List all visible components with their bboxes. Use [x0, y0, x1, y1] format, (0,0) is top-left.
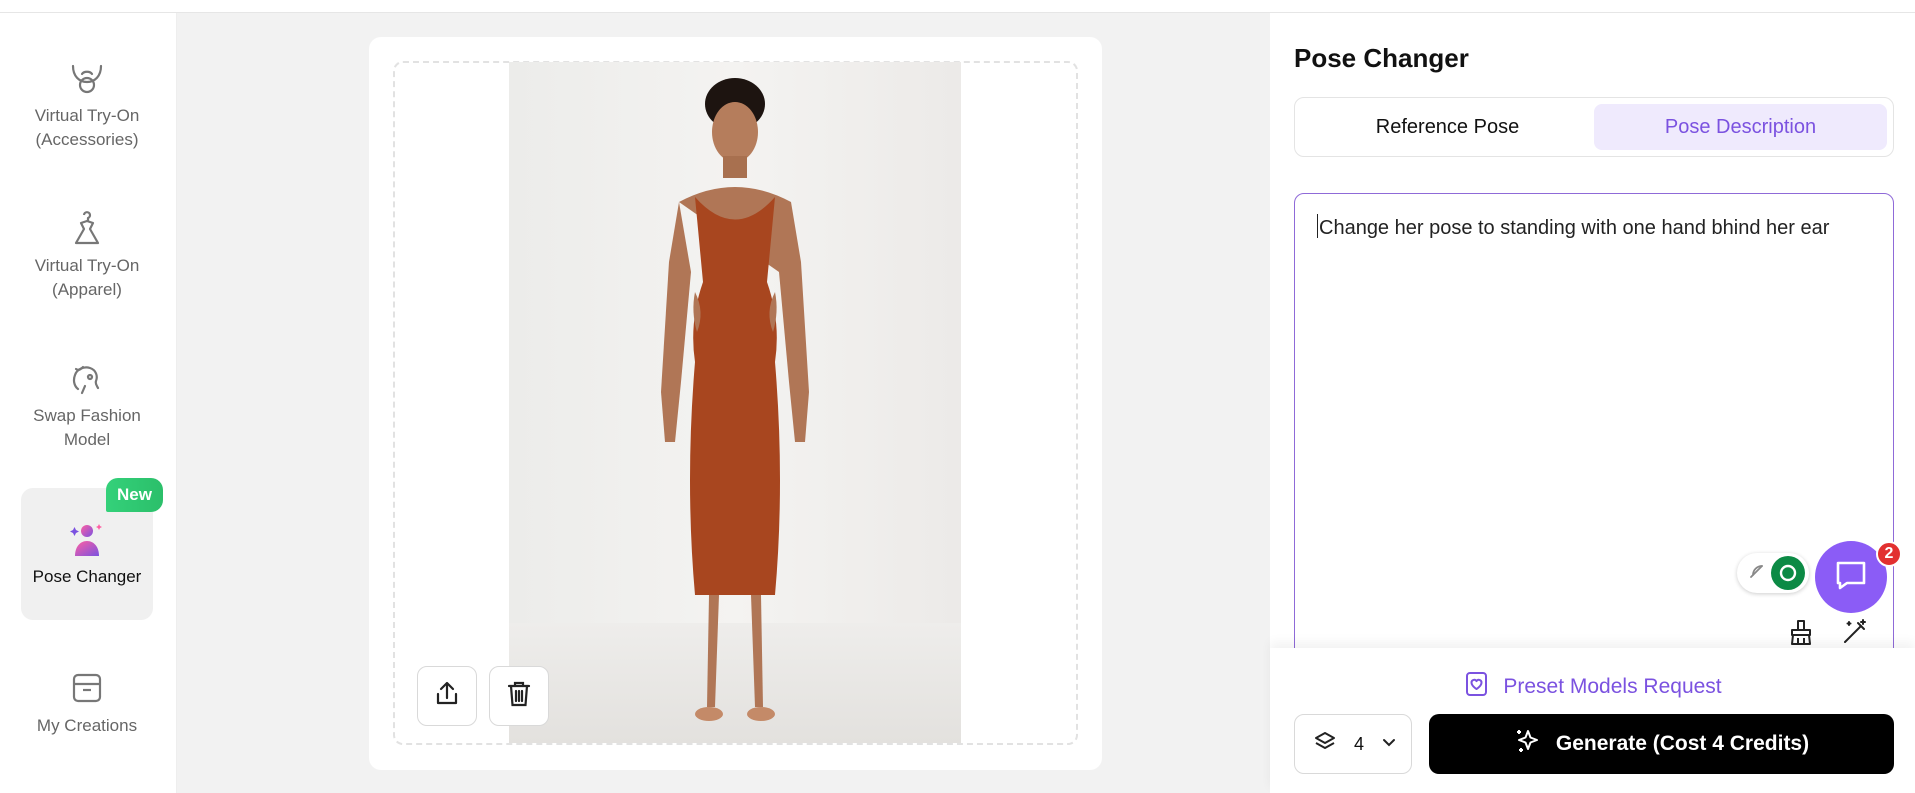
clear-text-button[interactable] [1785, 618, 1817, 650]
pose-mode-tabs: Reference Pose Pose Description [1294, 97, 1894, 157]
pose-description-text: Change her pose to standing with one han… [1319, 217, 1830, 239]
share-upload-icon [433, 680, 461, 713]
model-photo [509, 62, 961, 743]
preset-models-request-label: Preset Models Request [1503, 675, 1722, 698]
chat-unread-badge: 2 [1876, 541, 1902, 567]
tab-reference-pose[interactable]: Reference Pose [1301, 104, 1594, 150]
pose-description-textarea[interactable]: Change her pose to standing with one han… [1294, 193, 1894, 663]
enhance-prompt-button[interactable] [1839, 618, 1871, 650]
sidebar-item-label: My Creations [36, 716, 138, 735]
broom-icon [1787, 618, 1815, 651]
sidebar-item-virtual-try-on-accessories[interactable]: Virtual Try-On (Accessories) [21, 58, 153, 168]
tab-pose-description[interactable]: Pose Description [1594, 104, 1887, 150]
top-bar [0, 0, 1915, 13]
sidebar-item-label: Virtual Try-On (Apparel) [34, 256, 140, 299]
preset-models-request-link[interactable]: Preset Models Request [1270, 670, 1915, 704]
magic-wand-icon [1841, 618, 1869, 651]
sparkles-icon [1514, 727, 1542, 761]
image-count-select[interactable]: 4 [1294, 714, 1412, 774]
model-figure [661, 78, 809, 721]
archive-box-icon [67, 668, 107, 708]
generate-button-label: Generate (Cost 4 Credits) [1555, 732, 1810, 755]
necklace-icon [67, 58, 107, 98]
sidebar-item-label: Swap Fashion Model [33, 406, 141, 449]
face-swap-icon [67, 358, 107, 398]
upload-button[interactable] [417, 666, 477, 726]
heart-image-icon [1463, 670, 1491, 704]
assistant-toggle-pill[interactable] [1737, 553, 1809, 593]
panel-footer: Preset Models Request 4 Generate (Cost 4… [1270, 648, 1915, 793]
text-caret [1317, 214, 1318, 238]
feather-icon [1747, 561, 1767, 586]
sidebar-item-label: Virtual Try-On (Accessories) [34, 106, 140, 149]
sidebar-item-pose-changer[interactable]: New Pose Changer [21, 478, 163, 620]
dress-hanger-icon [67, 208, 107, 248]
sidebar-item-swap-fashion-model[interactable]: Swap Fashion Model [21, 358, 153, 468]
sidebar-item-virtual-try-on-apparel[interactable]: Virtual Try-On (Apparel) [21, 208, 153, 318]
chat-icon [1833, 558, 1869, 597]
panel-title: Pose Changer [1294, 43, 1469, 73]
grammar-check-icon [1771, 556, 1805, 590]
sidebar-item-my-creations[interactable]: My Creations [21, 668, 153, 758]
delete-button[interactable] [489, 666, 549, 726]
pose-sparkle-icon [67, 519, 107, 559]
sidebar: Virtual Try-On (Accessories) Virtual Try… [0, 13, 177, 793]
generate-button[interactable]: Generate (Cost 4 Credits) [1429, 714, 1894, 774]
new-badge: New [106, 478, 163, 512]
sidebar-item-label: Pose Changer [32, 567, 142, 586]
image-count-value: 4 [1353, 733, 1364, 754]
chevron-down-icon [1381, 734, 1397, 755]
layers-icon [1313, 730, 1337, 759]
trash-icon [506, 680, 532, 713]
